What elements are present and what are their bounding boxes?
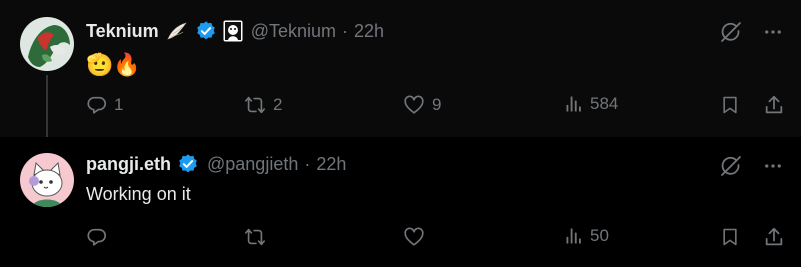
tweet-header: pangji.eth @pangjieth · 22h <box>86 152 346 176</box>
tweet-header: Teknium @Teknium · 22h <box>86 19 384 43</box>
like-button[interactable] <box>402 226 432 248</box>
bookmark-button[interactable] <box>720 94 740 116</box>
top-actions <box>719 154 783 183</box>
separator-dot: · <box>304 153 311 174</box>
tweet-teknium[interactable]: Teknium @Teknium · 22h 🫡🔥 1 2 9 584 <box>0 0 801 137</box>
action-bar: 1 2 9 584 <box>86 94 786 118</box>
reply-count: 1 <box>114 95 124 114</box>
tweet-text: 🫡🔥 <box>86 52 141 77</box>
views-count: 50 <box>590 226 609 245</box>
avatar[interactable] <box>20 17 74 71</box>
display-name[interactable]: Teknium <box>86 21 159 42</box>
grok-icon[interactable] <box>719 154 743 183</box>
retweet-count: 2 <box>273 95 283 114</box>
views-icon <box>564 94 584 114</box>
bookmark-button[interactable] <box>720 226 740 248</box>
views-icon <box>564 226 584 246</box>
share-icon <box>763 226 785 248</box>
like-button[interactable]: 9 <box>402 94 441 116</box>
tweet-pangji[interactable]: pangji.eth @pangjieth · 22h Working on i… <box>0 137 801 267</box>
share-icon <box>763 94 785 116</box>
share-button[interactable] <box>763 226 785 248</box>
more-icon[interactable] <box>763 156 783 181</box>
views-button[interactable]: 50 <box>564 226 609 246</box>
wing-icon <box>165 20 189 42</box>
retweet-icon <box>243 226 267 248</box>
action-bar: 50 <box>86 226 786 250</box>
timestamp[interactable]: 22h <box>316 154 346 175</box>
tweet-text: Working on it <box>86 184 191 204</box>
thread-connector <box>46 75 48 137</box>
reply-icon <box>86 226 108 248</box>
bookmark-icon <box>720 94 740 116</box>
more-icon[interactable] <box>763 22 783 47</box>
reply-icon <box>86 94 108 116</box>
grok-icon[interactable] <box>719 20 743 49</box>
like-icon <box>402 94 426 116</box>
views-button[interactable]: 584 <box>564 94 618 114</box>
share-button[interactable] <box>763 94 785 116</box>
retweet-button[interactable] <box>243 226 273 248</box>
display-name[interactable]: pangji.eth <box>86 154 171 175</box>
retweet-icon <box>243 94 267 116</box>
reply-button[interactable] <box>86 226 114 248</box>
like-icon <box>402 226 426 248</box>
handle[interactable]: @Teknium <box>251 21 336 42</box>
avatar[interactable] <box>20 153 74 207</box>
verified-badge-icon[interactable] <box>177 153 199 175</box>
separator-dot: · <box>342 20 348 41</box>
verified-badge-icon[interactable] <box>195 20 217 42</box>
like-count: 9 <box>432 95 442 114</box>
bookmark-icon <box>720 226 740 248</box>
handle[interactable]: @pangjieth <box>207 154 298 175</box>
timestamp[interactable]: 22h <box>354 21 384 42</box>
retweet-button[interactable]: 2 <box>243 94 282 116</box>
affiliate-badge-icon[interactable] <box>223 20 243 42</box>
reply-button[interactable]: 1 <box>86 94 123 116</box>
views-count: 584 <box>590 94 619 113</box>
top-actions <box>719 20 783 49</box>
